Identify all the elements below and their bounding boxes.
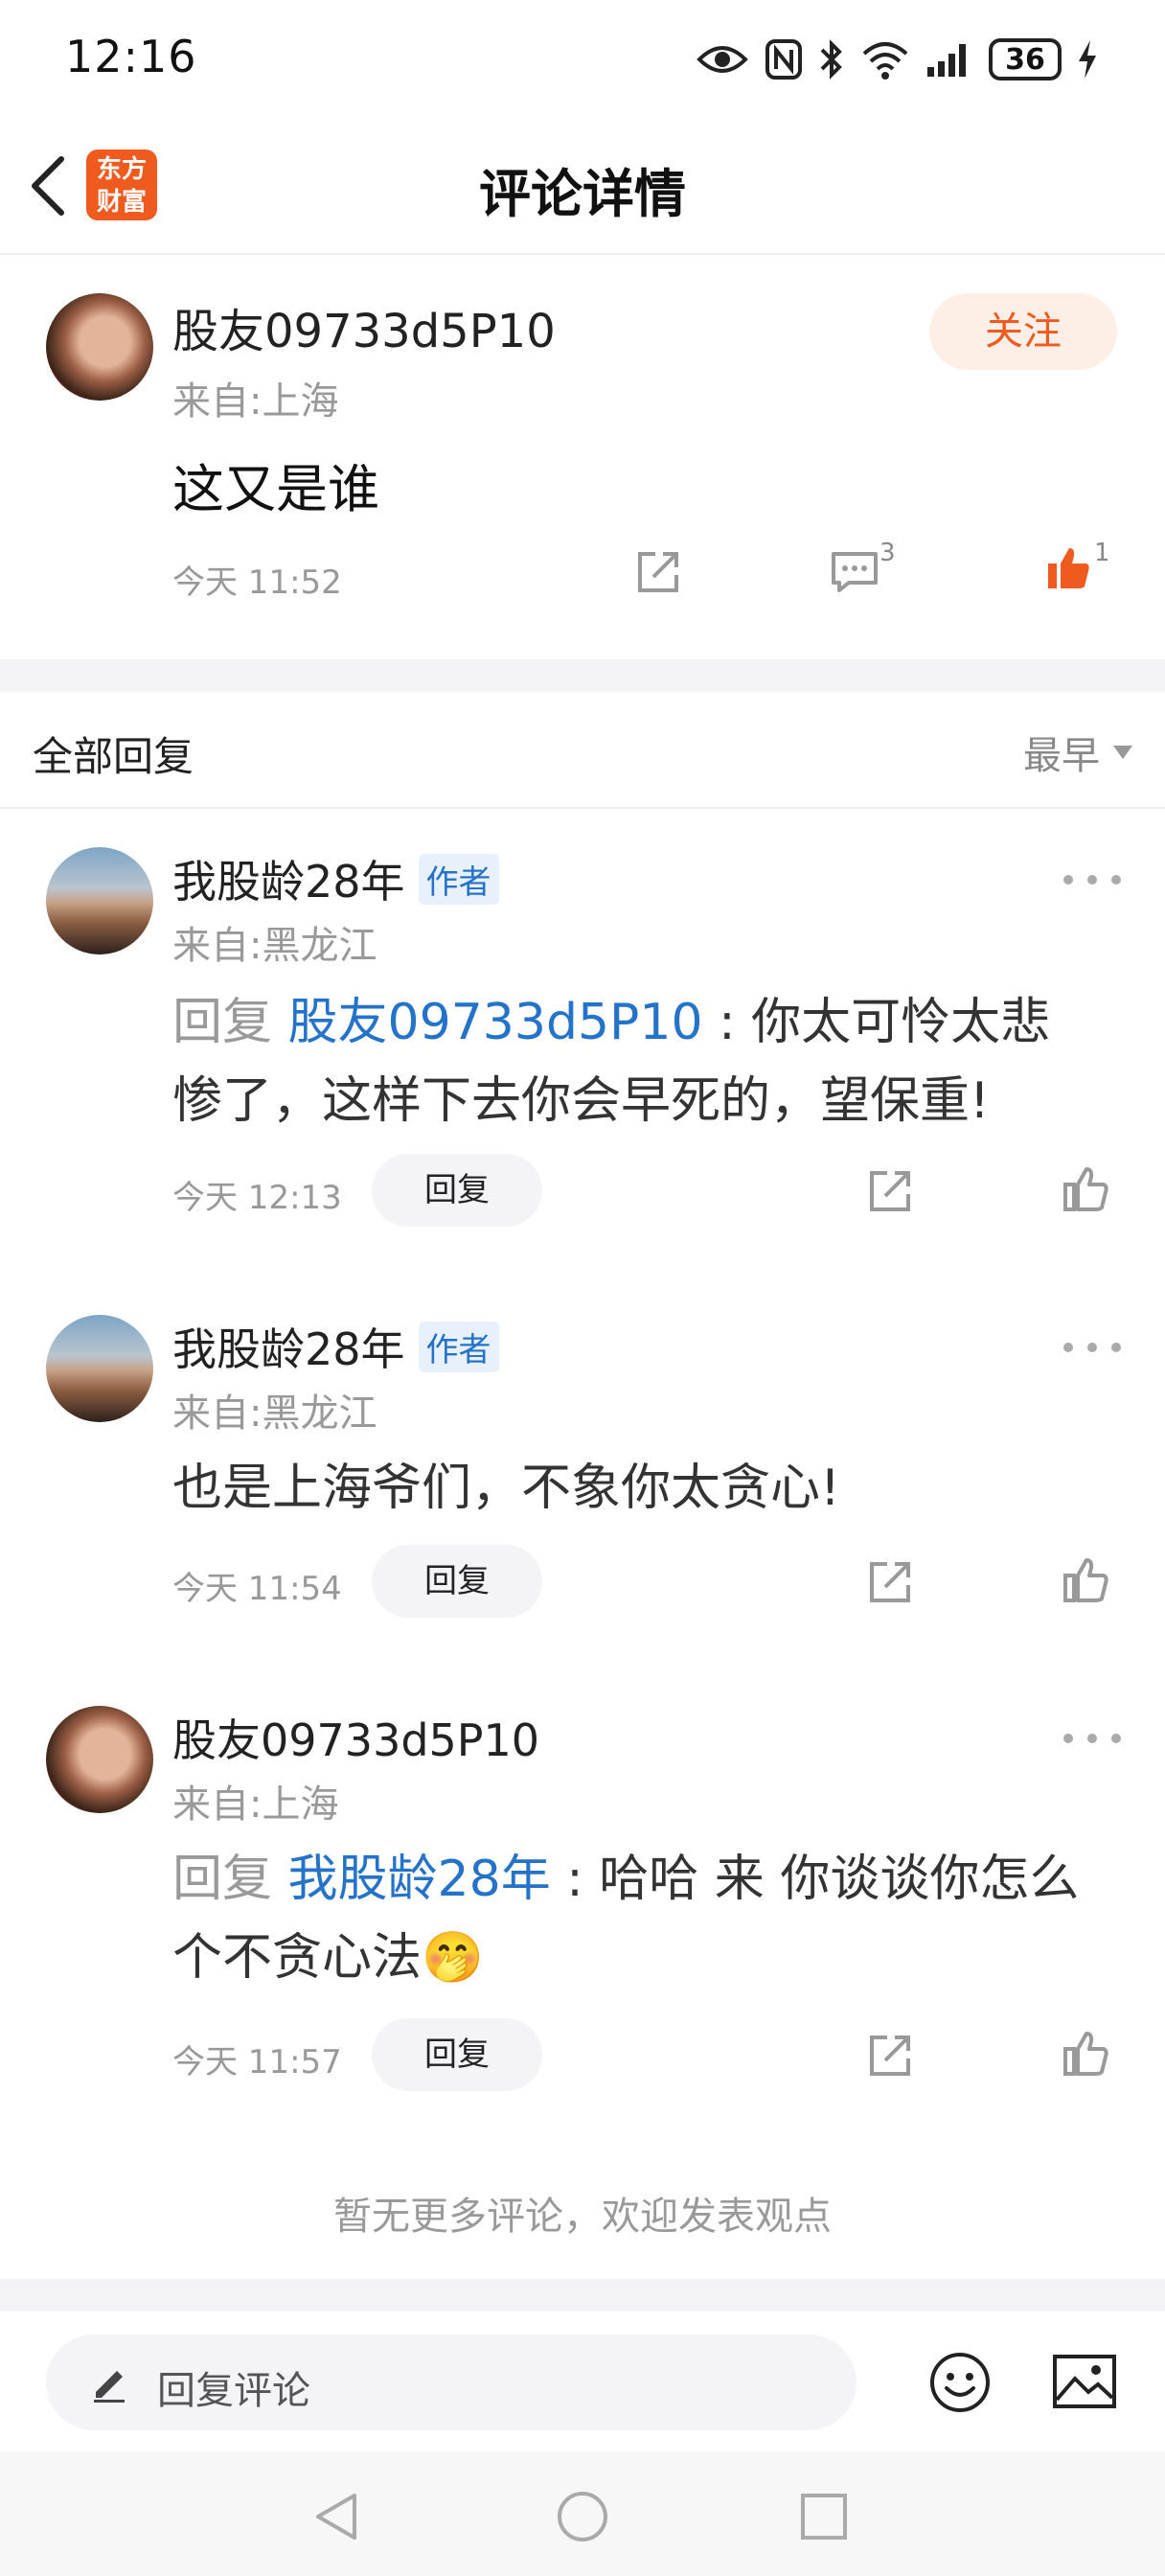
reply-input[interactable]: 回复评论 bbox=[46, 2334, 857, 2430]
comment-count: 3 bbox=[879, 539, 896, 567]
post-time: 今天 11:52 bbox=[172, 564, 342, 602]
reply-avatar[interactable] bbox=[46, 1706, 153, 1813]
reply-button[interactable]: 回复 bbox=[372, 1154, 542, 1227]
comment-icon[interactable] bbox=[830, 548, 879, 594]
post-location: 来自:上海 bbox=[172, 380, 339, 424]
reply-avatar[interactable] bbox=[46, 1315, 153, 1422]
share-icon[interactable] bbox=[866, 1167, 914, 1215]
nav-recents-icon[interactable] bbox=[799, 2492, 849, 2542]
nfc-icon bbox=[765, 39, 802, 80]
battery-indicator: 36 bbox=[989, 38, 1062, 80]
more-options-icon[interactable] bbox=[1063, 1338, 1121, 1357]
page-title: 评论详情 bbox=[479, 164, 686, 224]
section-divider bbox=[0, 2279, 1165, 2312]
section-divider bbox=[0, 659, 1165, 692]
like-icon[interactable] bbox=[1062, 2030, 1109, 2078]
status-icons: 36 bbox=[696, 33, 1098, 86]
back-button[interactable] bbox=[23, 151, 80, 220]
follow-button[interactable]: 关注 bbox=[929, 293, 1117, 370]
reply-location: 来自:黑龙江 bbox=[172, 1392, 377, 1436]
sort-label: 最早 bbox=[1023, 734, 1100, 778]
reply-content: 也是上海爷们，不象你太贪心! bbox=[172, 1460, 840, 1517]
reply-prefix: 回复 bbox=[172, 1851, 288, 1908]
reply-username-row: 我股龄28年 作者 bbox=[172, 1315, 499, 1378]
reply-time: 今天 11:57 bbox=[172, 2043, 342, 2082]
reply-text: 回复 我股龄28年 : 哈哈 来 你谈谈你怎么个不贪心法🤭 bbox=[172, 1840, 1092, 1997]
status-time: 12:16 bbox=[65, 31, 197, 82]
post-avatar[interactable] bbox=[46, 293, 153, 401]
nav-back-icon[interactable] bbox=[312, 2490, 360, 2543]
emoji-icon[interactable] bbox=[927, 2350, 993, 2415]
eye-icon bbox=[697, 46, 748, 73]
author-badge: 作者 bbox=[418, 853, 499, 905]
charging-icon bbox=[1079, 40, 1096, 79]
reply-time: 今天 11:54 bbox=[172, 1570, 342, 1608]
system-nav-bar bbox=[0, 2451, 1165, 2576]
nav-home-icon[interactable] bbox=[556, 2490, 609, 2543]
like-filled-icon[interactable] bbox=[1044, 544, 1092, 592]
reply-location: 来自:黑龙江 bbox=[172, 924, 377, 968]
sort-dropdown[interactable]: 最早 bbox=[1023, 724, 1132, 780]
reply-text: 回复 股友09733d5P10 : 你太可怜太悲惨了，这样下去你会早死的，望保重… bbox=[172, 983, 1092, 1140]
divider bbox=[0, 807, 1165, 809]
reply-username[interactable]: 我股龄28年 bbox=[172, 1315, 405, 1378]
share-icon[interactable] bbox=[866, 1558, 914, 1606]
signal-icon bbox=[927, 44, 966, 77]
more-options-icon[interactable] bbox=[1063, 870, 1121, 889]
reply-username[interactable]: 我股龄28年 bbox=[172, 847, 405, 910]
reply-avatar[interactable] bbox=[46, 847, 153, 954]
bluetooth-icon bbox=[820, 39, 842, 80]
pencil-icon bbox=[94, 2371, 125, 2403]
reply-text: 也是上海爷们，不象你太贪心! bbox=[172, 1449, 1092, 1528]
more-options-icon[interactable] bbox=[1063, 1729, 1121, 1748]
share-icon[interactable] bbox=[866, 2032, 914, 2080]
reply-input-bar: 回复评论 bbox=[0, 2312, 1165, 2451]
reply-username-row: 股友09733d5P10 bbox=[172, 1706, 539, 1769]
post-username[interactable]: 股友09733d5P10 bbox=[172, 293, 556, 360]
author-badge: 作者 bbox=[418, 1321, 499, 1372]
wifi-icon bbox=[862, 42, 908, 80]
like-icon[interactable] bbox=[1062, 1556, 1109, 1604]
reply-mention[interactable]: 我股龄28年 bbox=[288, 1851, 551, 1908]
reply-username[interactable]: 股友09733d5P10 bbox=[172, 1706, 539, 1769]
share-icon[interactable] bbox=[634, 548, 682, 596]
image-icon[interactable] bbox=[1052, 2354, 1117, 2409]
triangle-down-icon bbox=[1113, 746, 1132, 759]
reply-prefix: 回复 bbox=[172, 994, 288, 1051]
header: 评论详情 东方财富 bbox=[0, 115, 1165, 255]
reply-input-placeholder: 回复评论 bbox=[157, 2369, 310, 2413]
reply-time: 今天 12:13 bbox=[172, 1179, 342, 1217]
reply-username-row: 我股龄28年 作者 bbox=[172, 847, 499, 910]
reply-button[interactable]: 回复 bbox=[372, 1545, 542, 1618]
reply-location: 来自:上海 bbox=[172, 1782, 339, 1827]
reply-mention[interactable]: 股友09733d5P10 bbox=[288, 994, 703, 1051]
post-text: 这又是谁 bbox=[172, 459, 379, 519]
app-logo: 东方财富 bbox=[86, 150, 157, 220]
chevron-left-icon bbox=[32, 156, 64, 216]
replies-title: 全部回复 bbox=[33, 733, 194, 780]
reply-button[interactable]: 回复 bbox=[372, 2018, 542, 2091]
like-count: 1 bbox=[1094, 539, 1110, 567]
no-more-comments-note: 暂无更多评论，欢迎发表观点 bbox=[333, 2195, 832, 2239]
like-icon[interactable] bbox=[1062, 1165, 1109, 1213]
status-bar: 12:16 36 bbox=[0, 0, 1165, 115]
